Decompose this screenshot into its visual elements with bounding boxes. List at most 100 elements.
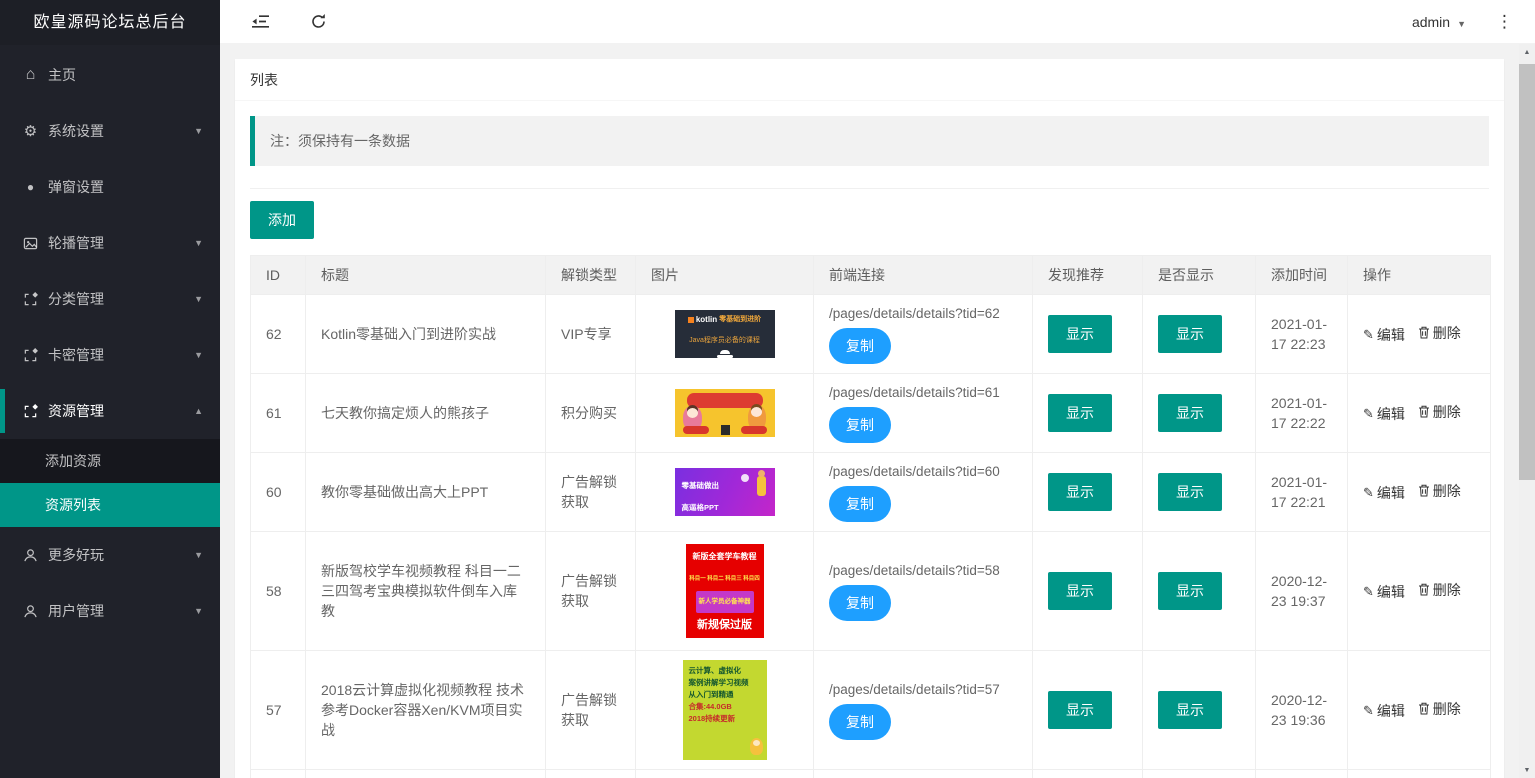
col-header-id: ID [251, 256, 306, 295]
copy-button[interactable]: 复制 [829, 328, 891, 364]
row-id: 57 [251, 651, 306, 770]
row-link-cell: /pages/details/details?tid=57 复制 [814, 651, 1033, 770]
edit-button[interactable]: 编辑 [1363, 581, 1405, 602]
sidebar-item-system-settings[interactable]: 系统设置 [0, 103, 220, 159]
delete-button[interactable]: 删除 [1418, 580, 1461, 600]
label-shape [683, 426, 709, 434]
copy-button[interactable]: 复制 [829, 486, 891, 522]
sidebar-subitem-resource-list[interactable]: 资源列表 [0, 483, 220, 527]
recommend-toggle-button[interactable]: 显示 [1048, 691, 1112, 729]
edit-button[interactable]: 编辑 [1363, 700, 1405, 721]
sidebar-item-label: 用户管理 [48, 601, 104, 621]
trash-icon [1418, 702, 1430, 715]
sidebar-item-carousel[interactable]: 轮播管理 [0, 215, 220, 271]
sidebar-item-home[interactable]: 主页 [0, 47, 220, 103]
admin-app: 欧皇源码论坛总后台 主页 系统设置 弹窗设置 轮播管理 [0, 0, 1535, 778]
sidebar-item-card-keys[interactable]: 卡密管理 [0, 327, 220, 383]
row-title: 2018云计算虚拟化视频教程 技术参考Docker容器Xen/KVM项目实战 [306, 651, 546, 770]
chevron-down-icon [194, 126, 203, 136]
delete-button[interactable]: 删除 [1418, 481, 1461, 501]
row-id: 60 [251, 453, 306, 532]
sidebar-item-more-fun[interactable]: 更多好玩 [0, 527, 220, 583]
recommend-toggle-button[interactable]: 显示 [1048, 394, 1112, 432]
template-icon [22, 347, 39, 364]
row-recommend-cell [1033, 770, 1143, 778]
visible-toggle-button[interactable]: 显示 [1158, 691, 1222, 729]
row-visible-cell: 显示 [1143, 374, 1256, 453]
row-add-time: 2021-01-17 22:22 [1256, 374, 1348, 453]
admin-username: admin [1412, 14, 1450, 30]
recommend-toggle-button[interactable]: 显示 [1048, 572, 1112, 610]
scrollbar[interactable] [1519, 44, 1535, 778]
kebab-menu-icon[interactable] [1496, 12, 1513, 32]
chevron-down-icon [194, 294, 203, 304]
table-header-row: ID 标题 解锁类型 图片 前端连接 发现推荐 是否显示 添加时间 操作 [251, 256, 1491, 295]
row-unlock-type: 广告解锁获取 [546, 651, 636, 770]
home-icon [22, 67, 39, 84]
scrollbar-down-arrow[interactable] [1519, 762, 1535, 778]
row-visible-cell: 显示 [1143, 453, 1256, 532]
sidebar-item-category[interactable]: 分类管理 [0, 271, 220, 327]
row-actions-cell: 编辑 删除 [1348, 651, 1491, 770]
row-title: 七天教你搞定烦人的熊孩子 [306, 374, 546, 453]
recommend-toggle-button[interactable]: 显示 [1048, 473, 1112, 511]
frontend-link: /pages/details/details?tid=57 [829, 680, 1017, 700]
visible-toggle-button[interactable]: 显示 [1158, 315, 1222, 353]
kotlin-logo-icon [688, 317, 694, 323]
chevron-down-icon [194, 606, 203, 616]
row-recommend-cell: 显示 [1033, 651, 1143, 770]
row-unlock-type: VIP专享 [546, 295, 636, 374]
admin-dropdown[interactable]: admin [1412, 14, 1466, 30]
add-button[interactable]: 添加 [250, 201, 314, 239]
visible-toggle-button[interactable]: 显示 [1158, 572, 1222, 610]
copy-button[interactable]: 复制 [829, 585, 891, 621]
row-add-time [1256, 770, 1348, 778]
delete-button[interactable]: 删除 [1418, 402, 1461, 422]
copy-button[interactable]: 复制 [829, 407, 891, 443]
table-row: 60 教你零基础做出高大上PPT 广告解锁获取 零基础做出 高逼格PPT [251, 453, 1491, 532]
delete-button[interactable]: 删除 [1418, 699, 1461, 719]
trash-icon [1418, 484, 1430, 497]
trash-icon [1418, 405, 1430, 418]
divider [250, 188, 1489, 189]
row-add-time: 2020-12-23 19:37 [1256, 532, 1348, 651]
row-actions-cell [1348, 770, 1491, 778]
recommend-toggle-button[interactable]: 显示 [1048, 315, 1112, 353]
edit-button[interactable]: 编辑 [1363, 482, 1405, 503]
collapse-sidebar-icon[interactable] [250, 12, 270, 32]
row-id: 61 [251, 374, 306, 453]
scrollbar-up-arrow[interactable] [1519, 44, 1535, 60]
delete-button[interactable]: 删除 [1418, 323, 1461, 343]
visible-toggle-button[interactable]: 显示 [1158, 394, 1222, 432]
sidebar-item-label: 轮播管理 [48, 233, 104, 253]
label-shape [741, 426, 767, 434]
row-link-cell: /pages/details/details?tid=61 复制 [814, 374, 1033, 453]
row-visible-cell: 显示 [1143, 295, 1256, 374]
pencil-icon [1363, 581, 1374, 602]
chevron-down-icon [194, 550, 203, 560]
visible-toggle-button[interactable]: 显示 [1158, 473, 1222, 511]
sidebar-item-resources[interactable]: 资源管理 [0, 383, 220, 439]
edit-button[interactable]: 编辑 [1363, 324, 1405, 345]
copy-button[interactable]: 复制 [829, 704, 891, 740]
row-visible-cell: 显示 [1143, 532, 1256, 651]
edit-button[interactable]: 编辑 [1363, 403, 1405, 424]
row-title: Kotlin零基础入门到进阶实战 [306, 295, 546, 374]
pencil-icon [1363, 700, 1374, 721]
row-visible-cell [1143, 770, 1256, 778]
refresh-icon[interactable] [308, 12, 328, 32]
sidebar-item-popup-settings[interactable]: 弹窗设置 [0, 159, 220, 215]
table-row: 58 新版驾校学车视频教程 科目一二三四驾考宝典模拟软件倒车入库教 广告解锁获取… [251, 532, 1491, 651]
sidebar-item-label: 弹窗设置 [48, 177, 104, 197]
chevron-down-icon [194, 238, 203, 248]
frontend-link: /pages/details/details?tid=60 [829, 462, 1017, 482]
sidebar-subitem-add-resource[interactable]: 添加资源 [0, 439, 220, 483]
scrollbar-thumb[interactable] [1519, 64, 1535, 480]
gear-icon [22, 123, 39, 140]
row-image-cell: kotlin零基础到进阶 Java程序员必备的课程 [636, 295, 814, 374]
mascot-illustration [750, 738, 763, 755]
sidebar-item-user-management[interactable]: 用户管理 [0, 583, 220, 639]
row-link-cell: /pages/details/details?tid=62 复制 [814, 295, 1033, 374]
sidebar-item-label: 更多好玩 [48, 545, 104, 565]
col-header-image: 图片 [636, 256, 814, 295]
